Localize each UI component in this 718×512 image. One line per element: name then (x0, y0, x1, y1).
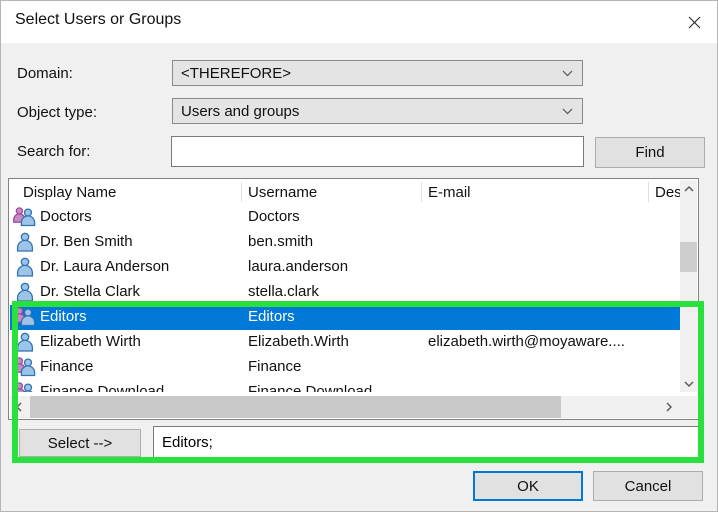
table-row[interactable]: Editors Editors (10, 305, 688, 330)
group-icon (12, 306, 38, 329)
username-cell: Editors (248, 308, 295, 325)
column-header[interactable]: Des (655, 184, 682, 201)
domain-select[interactable]: <THEREFORE> (172, 60, 583, 86)
table-row[interactable]: Dr. Laura Anderson laura.anderson (10, 255, 688, 280)
table-row[interactable]: Finance Download Finance Download (10, 380, 688, 392)
username-cell: Finance (248, 358, 301, 375)
username-cell: Finance Download (248, 383, 372, 392)
group-icon (12, 206, 38, 229)
chevron-up-icon (684, 186, 694, 192)
scroll-down-button[interactable] (680, 375, 697, 392)
group-icon (12, 356, 38, 379)
display-name-cell: Elizabeth Wirth (40, 333, 141, 350)
column-separator (421, 182, 422, 202)
chevron-down-icon (562, 70, 573, 77)
display-name-cell: Finance (40, 358, 93, 375)
user-list[interactable]: Display NameUsernameE-mailDes DoctorsDoc… (8, 178, 699, 420)
scroll-right-button[interactable] (657, 396, 681, 418)
table-row[interactable]: Finance Finance (10, 355, 688, 380)
user-icon (12, 281, 38, 304)
selection-input[interactable] (153, 426, 699, 459)
domain-selected-value: <THEREFORE> (181, 65, 291, 82)
username-cell: ben.smith (248, 233, 313, 250)
search-label: Search for: (17, 143, 90, 160)
column-header[interactable]: Display Name (23, 184, 116, 201)
ok-button[interactable]: OK (473, 471, 583, 501)
dialog-window: Select Users or Groups Domain: <THEREFOR… (0, 0, 718, 512)
username-cell: laura.anderson (248, 258, 348, 275)
table-row[interactable]: Elizabeth Wirth Elizabeth.Wirth elizabeth.… (10, 330, 688, 355)
display-name-cell: Doctors (40, 208, 92, 225)
hscroll-thumb[interactable] (30, 396, 561, 418)
cancel-button[interactable]: Cancel (593, 471, 703, 501)
chevron-right-icon (666, 402, 672, 412)
domain-label: Domain: (17, 65, 73, 82)
object-type-label: Object type: (17, 104, 97, 121)
chevron-down-icon (562, 108, 573, 115)
scroll-up-button[interactable] (680, 180, 697, 197)
display-name-cell: Finance Download (40, 383, 164, 392)
table-row[interactable]: Dr. Stella Clark stella.clark (10, 280, 688, 305)
chevron-down-icon (684, 381, 694, 387)
user-icon (12, 331, 38, 354)
scrollbar-corner (680, 396, 697, 418)
vscroll-thumb[interactable] (680, 242, 697, 272)
column-header[interactable]: Username (248, 184, 317, 201)
close-icon (688, 16, 701, 29)
list-header: Display Name Username E-mail Des (10, 180, 680, 205)
display-name-cell: Dr. Stella Clark (40, 283, 140, 300)
group-icon (12, 381, 38, 392)
username-cell: Doctors (248, 208, 300, 225)
username-cell: Elizabeth.Wirth (248, 333, 349, 350)
display-name-cell: Dr. Laura Anderson (40, 258, 169, 275)
user-icon (12, 231, 38, 254)
email-cell: elizabeth.wirth@moyaware.... (428, 333, 625, 350)
title-bar: Select Users or Groups (1, 1, 717, 43)
object-type-selected-value: Users and groups (181, 103, 299, 120)
scroll-left-button[interactable] (10, 396, 28, 418)
search-input[interactable] (171, 136, 584, 167)
close-button[interactable] (681, 10, 707, 34)
column-header[interactable]: E-mail (428, 184, 471, 201)
user-icon (12, 256, 38, 279)
username-cell: stella.clark (248, 283, 319, 300)
table-row[interactable]: Dr. Ben Smith ben.smith (10, 230, 688, 255)
list-rows: DoctorsDoctorsDr. Ben Smithben.smithDr. … (10, 205, 688, 392)
window-title: Select Users or Groups (15, 11, 181, 29)
chevron-left-icon (16, 402, 22, 412)
horizontal-scrollbar[interactable] (10, 396, 681, 418)
find-button[interactable]: Find (595, 137, 705, 168)
display-name-cell: Editors (40, 308, 87, 325)
column-separator (241, 182, 242, 202)
column-separator (648, 182, 649, 202)
vertical-scrollbar[interactable] (680, 180, 697, 392)
display-name-cell: Dr. Ben Smith (40, 233, 133, 250)
object-type-select[interactable]: Users and groups (172, 98, 583, 124)
select-button[interactable]: Select --> (19, 429, 141, 457)
table-row[interactable]: Doctors Doctors (10, 205, 688, 230)
